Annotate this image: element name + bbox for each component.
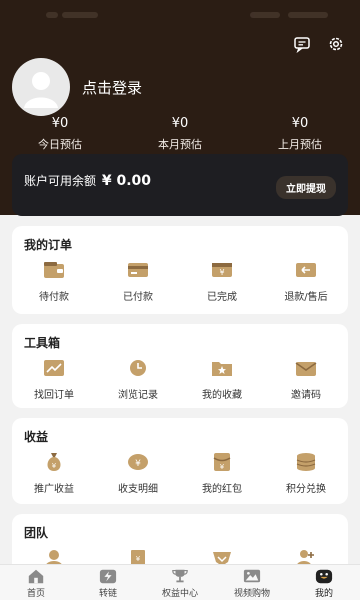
yen-box-icon: ¥ [211, 260, 233, 280]
trophy-icon [171, 568, 189, 584]
stat-label: 今日预估 [38, 138, 82, 151]
order-paid[interactable]: 已付款 [96, 260, 180, 303]
svg-text:¥: ¥ [220, 463, 225, 471]
income-details[interactable]: ¥ 收支明细 [96, 452, 180, 495]
orders-card: 我的订单 待付款 已付款 ¥ 已完成 退款/售后 [12, 226, 348, 314]
stat-month[interactable]: ¥0 本月预估 [120, 116, 240, 152]
svg-text:¥: ¥ [52, 462, 57, 470]
tab-label: 首页 [26, 589, 45, 599]
order-label: 已付款 [123, 292, 153, 303]
withdraw-button[interactable]: 立即提现 [276, 176, 336, 199]
stat-value: ¥0 [171, 116, 189, 131]
balance-amount: ¥ 0.00 [101, 173, 152, 189]
order-completed[interactable]: ¥ 已完成 [180, 260, 264, 303]
tab-label: 权益中心 [161, 589, 198, 599]
income-points-exchange[interactable]: 积分兑换 [264, 452, 348, 495]
stat-value: ¥0 [291, 116, 309, 131]
tab-convert-link[interactable]: 转链 [72, 565, 144, 600]
order-refund[interactable]: 退款/售后 [264, 260, 348, 303]
income-promotion[interactable]: ¥ 推广收益 [12, 452, 96, 495]
card-icon [127, 260, 149, 280]
bottom-tab-bar: 首页 转链 权益中心 视频购物 我的 [0, 564, 360, 600]
tab-home[interactable]: 首页 [0, 565, 72, 600]
login-link[interactable]: 点击登录 [82, 77, 142, 98]
tool-label: 我的收藏 [202, 390, 242, 401]
team-title: 团队 [24, 526, 49, 540]
order-label: 已完成 [207, 292, 237, 303]
status-bar [0, 0, 360, 30]
return-icon [295, 260, 317, 280]
red-packet-icon: ¥ [211, 452, 233, 472]
toolbox-card: 工具箱 找回订单 浏览记录 我的收藏 邀请码 [12, 324, 348, 408]
tool-label: 找回订单 [34, 390, 74, 401]
earnings-stats: ¥0 今日预估 ¥0 本月预估 ¥0 上月预估 [0, 116, 360, 152]
stat-last-month[interactable]: ¥0 上月预估 [240, 116, 360, 152]
tab-benefits-center[interactable]: 权益中心 [144, 565, 216, 600]
home-icon [27, 568, 45, 584]
toolbox-title: 工具箱 [24, 336, 61, 350]
tool-invite-code[interactable]: 邀请码 [264, 358, 348, 401]
avatar[interactable] [12, 58, 70, 116]
envelope-icon [295, 358, 317, 378]
order-pending-payment[interactable]: 待付款 [12, 260, 96, 303]
money-bag-icon: ¥ [43, 452, 65, 472]
income-card: 收益 ¥ 推广收益 ¥ 收支明细 ¥ 我的红包 积分兑换 [12, 418, 348, 504]
svg-text:¥: ¥ [135, 459, 141, 469]
clock-icon [127, 358, 149, 378]
income-label: 推广收益 [34, 484, 74, 495]
income-label: 收支明细 [118, 484, 158, 495]
video-icon [243, 568, 261, 584]
tab-mine[interactable]: 我的 [288, 565, 360, 600]
coin-stack-icon [295, 452, 317, 472]
svg-text:¥: ¥ [136, 555, 141, 563]
income-label: 积分兑换 [286, 484, 326, 495]
tool-favorites[interactable]: 我的收藏 [180, 358, 264, 401]
orders-title: 我的订单 [24, 238, 73, 252]
yen-coin-icon: ¥ [127, 452, 149, 472]
tab-label: 视频购物 [233, 589, 270, 599]
message-icon[interactable] [292, 34, 312, 54]
settings-icon[interactable] [326, 34, 346, 54]
order-label: 待付款 [39, 292, 69, 303]
balance-label: 账户可用余额 ¥ 0.00 [24, 172, 151, 189]
income-title: 收益 [24, 430, 49, 444]
tab-video-shopping[interactable]: 视频购物 [216, 565, 288, 600]
smile-icon [315, 568, 333, 584]
stat-label: 本月预估 [158, 138, 202, 151]
tool-label: 邀请码 [291, 390, 321, 401]
balance-card: 账户可用余额 ¥ 0.00 立即提现 [12, 154, 348, 216]
tool-label: 浏览记录 [118, 390, 158, 401]
tool-history[interactable]: 浏览记录 [96, 358, 180, 401]
chart-icon [43, 358, 65, 378]
income-red-packet[interactable]: ¥ 我的红包 [180, 452, 264, 495]
wallet-icon [43, 260, 65, 280]
stat-value: ¥0 [51, 116, 69, 131]
folder-star-icon [211, 358, 233, 378]
order-label: 退款/售后 [284, 292, 328, 303]
tool-find-order[interactable]: 找回订单 [12, 358, 96, 401]
stat-label: 上月预估 [278, 138, 322, 151]
stat-today[interactable]: ¥0 今日预估 [0, 116, 120, 152]
tab-label: 转链 [98, 589, 117, 599]
lightning-icon [99, 568, 117, 584]
income-label: 我的红包 [202, 484, 242, 495]
tab-label: 我的 [314, 589, 333, 599]
balance-label-text: 账户可用余额 [24, 174, 97, 188]
svg-text:¥: ¥ [219, 268, 224, 277]
